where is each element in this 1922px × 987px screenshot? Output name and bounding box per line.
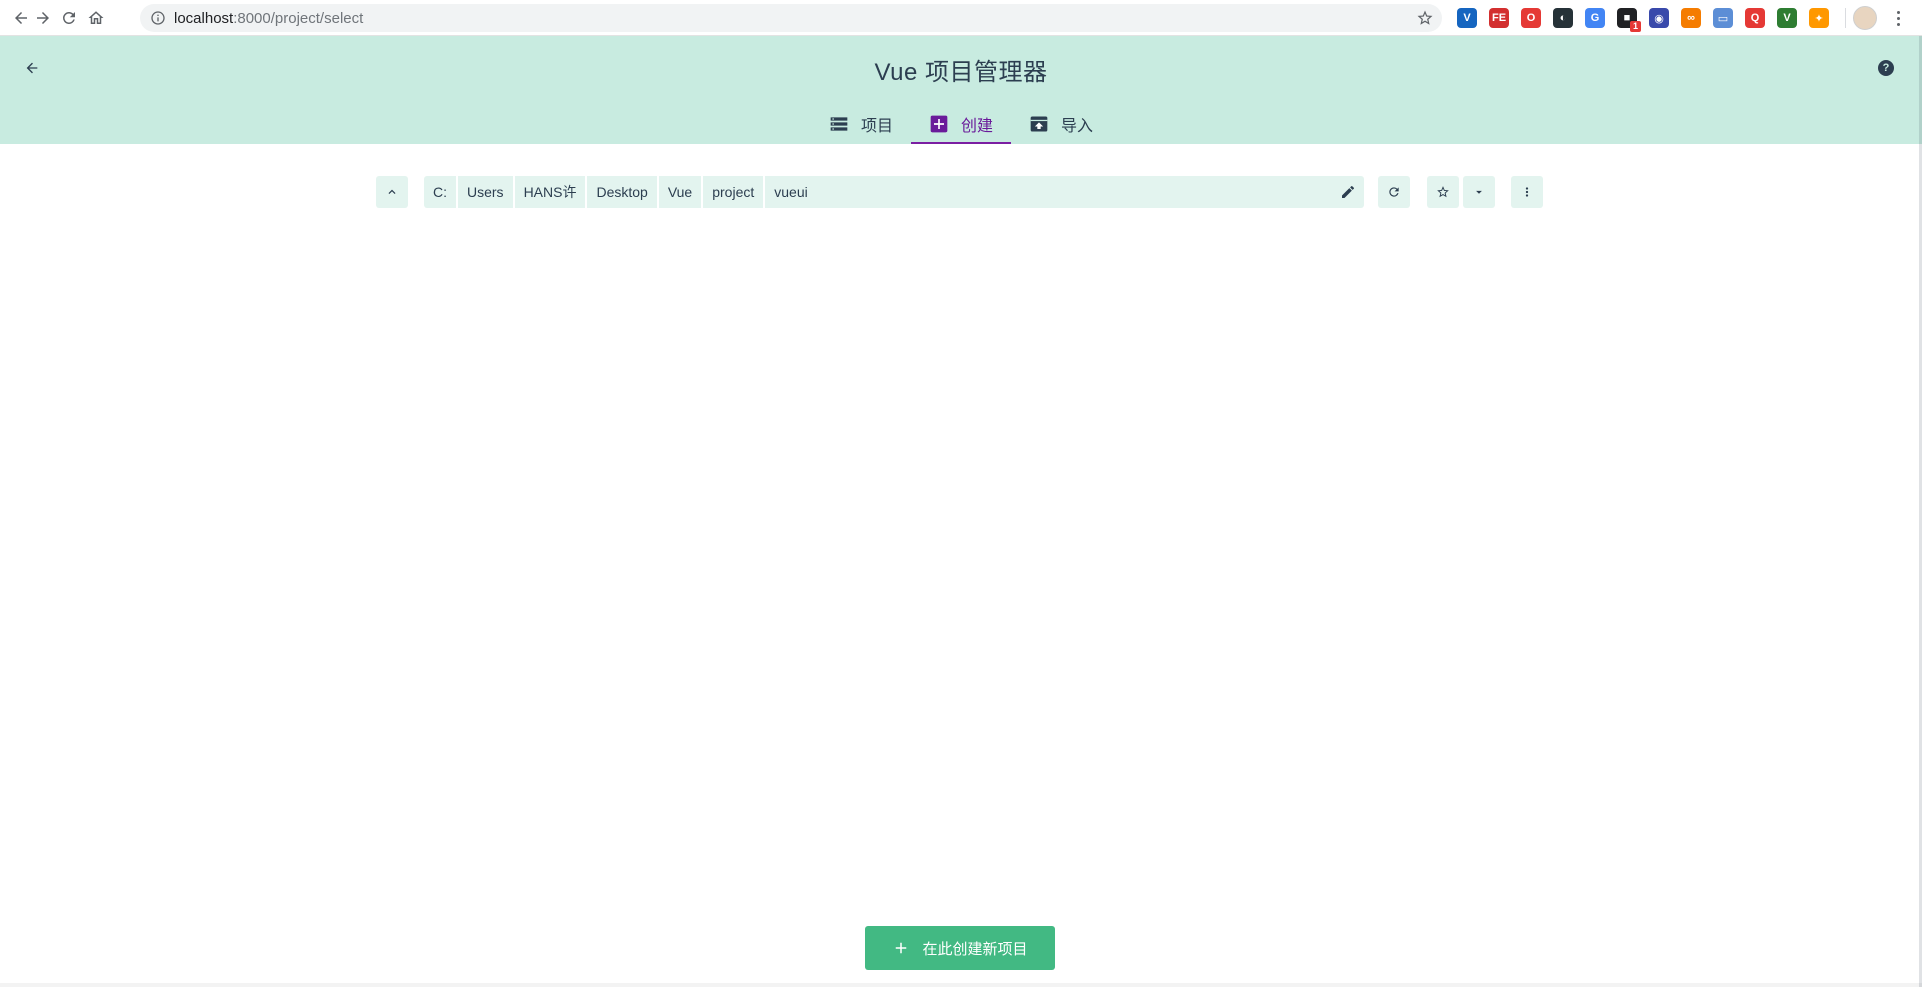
- bookmark-star-icon[interactable]: [1416, 9, 1434, 27]
- colorful-extension-icon[interactable]: ✦: [1809, 8, 1829, 28]
- tab-label: 创建: [960, 118, 993, 135]
- browser-menu-icon[interactable]: [1888, 7, 1908, 29]
- extensions-tray: V FE O ◐ G ■ 1 ◉ ∞ ▭ Q V ✦: [1457, 8, 1841, 32]
- caret-down-icon: [1476, 190, 1482, 194]
- refresh-icon: [1389, 187, 1399, 197]
- more-options-button[interactable]: [1511, 176, 1543, 208]
- page-title: Vue 项目管理器: [874, 59, 1048, 86]
- browser-forward-icon[interactable]: [31, 6, 55, 30]
- more-vertical-icon: [1525, 187, 1529, 197]
- add-box-icon: [929, 114, 949, 134]
- unarchive-icon: [1029, 114, 1049, 134]
- chevron-up-icon: [388, 189, 396, 194]
- infinity-extension-icon[interactable]: ∞: [1681, 8, 1701, 28]
- breadcrumb-segment[interactable]: project: [703, 176, 766, 208]
- extension-badge: 1: [1629, 21, 1641, 32]
- tab-create[interactable]: 创建: [910, 104, 1012, 144]
- window-extension-icon[interactable]: ▭: [1713, 8, 1733, 28]
- main-tabs: 项目 创建 导入: [0, 104, 1922, 144]
- favorite-button[interactable]: [1427, 176, 1459, 208]
- browser-toolbar: localhost:8000/project/select V FE O ◐ G ■ 1 ◉ ∞…: [0, 0, 1922, 36]
- vuejs-devtools-icon[interactable]: V: [1457, 8, 1477, 28]
- tab-label: 项目: [860, 118, 893, 135]
- browser-home-icon[interactable]: [84, 6, 108, 30]
- favorites-dropdown-button[interactable]: [1463, 176, 1495, 208]
- app-header: Vue 项目管理器 ? 项目 创建 导入: [0, 36, 1922, 144]
- breadcrumb-segment[interactable]: Vue: [659, 176, 704, 208]
- breadcrumb-segment[interactable]: Desktop: [587, 176, 659, 208]
- address-bar[interactable]: localhost:8000/project/select: [140, 4, 1442, 32]
- fe-helper-icon[interactable]: FE: [1489, 8, 1509, 28]
- profile-avatar[interactable]: [1853, 6, 1877, 30]
- breadcrumb-segment[interactable]: Users: [458, 176, 515, 208]
- plus-icon: [896, 942, 907, 954]
- edit-path-icon[interactable]: [1340, 184, 1356, 200]
- url-text: localhost:8000/project/select: [174, 10, 364, 27]
- tab-label: 导入: [1061, 118, 1094, 135]
- notification-extension-icon[interactable]: ■ 1: [1617, 8, 1641, 32]
- breadcrumb-segment[interactable]: vueui: [765, 176, 816, 208]
- dark-gauge-icon[interactable]: ◐: [1553, 8, 1573, 28]
- breadcrumb-segment[interactable]: C:: [424, 176, 458, 208]
- breadcrumb-segment[interactable]: HANS许: [515, 176, 588, 208]
- help-icon[interactable]: ?: [1878, 60, 1894, 76]
- list-icon: [829, 114, 849, 134]
- tab-import[interactable]: 导入: [1011, 104, 1111, 144]
- opera-icon[interactable]: O: [1521, 8, 1541, 28]
- browser-reload-icon[interactable]: [57, 6, 81, 30]
- create-project-here-button[interactable]: 在此创建新项目: [865, 926, 1055, 970]
- translate-icon[interactable]: G: [1585, 8, 1605, 28]
- search-extension-icon[interactable]: Q: [1745, 8, 1765, 28]
- site-info-icon[interactable]: [150, 10, 166, 26]
- vue-extension-icon[interactable]: V: [1777, 8, 1797, 28]
- tab-projects[interactable]: 项目: [811, 104, 911, 144]
- globe-extension-icon[interactable]: ◉: [1649, 8, 1669, 28]
- parent-folder-button[interactable]: [376, 176, 408, 208]
- refresh-button[interactable]: [1378, 176, 1410, 208]
- create-button-label: 在此创建新项目: [922, 940, 1028, 958]
- star-outline-icon: [1437, 186, 1449, 198]
- browser-back-icon[interactable]: [9, 6, 33, 30]
- toolbar-divider: [1845, 8, 1846, 28]
- bottom-bar: [0, 983, 1922, 987]
- path-breadcrumb: C: Users HANS许 Desktop Vue project vueui: [424, 176, 1364, 208]
